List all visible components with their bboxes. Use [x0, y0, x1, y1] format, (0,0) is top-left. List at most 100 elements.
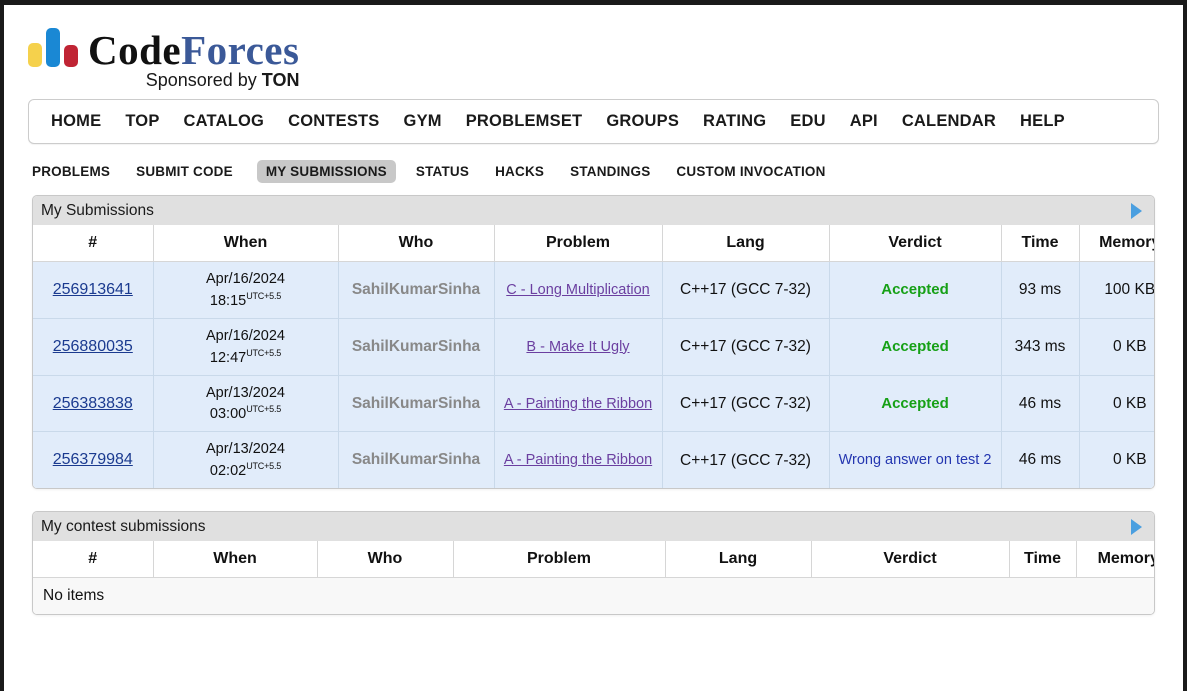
when-date: Apr/13/2024 [205, 441, 285, 458]
handle-link[interactable]: SahilKumarSinha [352, 281, 480, 298]
submission-id-link[interactable]: 256383838 [53, 395, 133, 412]
verdict-badge[interactable]: Accepted [881, 281, 949, 298]
col-header-who[interactable]: Who [338, 225, 495, 262]
col-header-problem[interactable]: Problem [494, 225, 663, 262]
col-header-time[interactable]: Time [1009, 541, 1077, 579]
nav-item-edu[interactable]: EDU [790, 112, 825, 131]
col-header-number[interactable]: # [33, 225, 154, 262]
logo-bars-icon [28, 27, 78, 67]
cell-verdict: Accepted [829, 375, 1002, 433]
handle-link[interactable]: SahilKumarSinha [352, 395, 480, 412]
tab-hacks[interactable]: HACKS [493, 161, 546, 182]
cell-memory: 0 KB [1079, 375, 1154, 433]
cell-when: Apr/16/2024 18:15UTC+5.5 [153, 261, 339, 319]
my-submissions-caption-bar: My Submissions [33, 196, 1154, 225]
nav-item-gym[interactable]: GYM [404, 112, 442, 131]
when-timezone: UTC+5.5 [246, 404, 282, 415]
main-navigation: HOME TOP CATALOG CONTESTS GYM PROBLEMSET… [28, 99, 1159, 144]
col-header-verdict[interactable]: Verdict [811, 541, 1010, 579]
submission-when: Apr/13/2024 03:00UTC+5.5 [206, 385, 285, 423]
cell-problem: C - Long Multiplication [494, 261, 663, 319]
sponsor-prefix: Sponsored by [145, 70, 262, 90]
cell-when: Apr/13/2024 03:00UTC+5.5 [153, 375, 339, 433]
cell-verdict: Accepted [829, 318, 1002, 376]
nav-item-top[interactable]: TOP [125, 112, 159, 131]
handle-link[interactable]: SahilKumarSinha [352, 338, 480, 355]
cell-problem: B - Make It Ugly [494, 318, 663, 376]
tab-my-submissions[interactable]: MY SUBMISSIONS [256, 160, 396, 183]
cell-problem: A - Painting the Ribbon [494, 431, 663, 489]
nav-item-catalog[interactable]: CATALOG [184, 112, 265, 131]
nav-item-help[interactable]: HELP [1020, 112, 1065, 131]
submission-id-link[interactable]: 256379984 [53, 451, 133, 468]
page-body: CodeForces Sponsored by TON HOME TOP CAT… [4, 5, 1183, 691]
language-label: C++17 (GCC 7-32) [680, 451, 811, 469]
cell-submission-id: 256913641 [33, 261, 154, 319]
when-date: Apr/16/2024 [205, 327, 285, 344]
col-header-when[interactable]: When [153, 225, 339, 262]
col-header-who[interactable]: Who [317, 541, 454, 579]
nav-item-problemset[interactable]: PROBLEMSET [466, 112, 583, 131]
col-header-lang[interactable]: Lang [662, 225, 830, 262]
nav-item-api[interactable]: API [850, 112, 878, 131]
submission-id-link[interactable]: 256913641 [53, 281, 133, 298]
when-time: 12:47 [209, 349, 247, 366]
table-row: 256379984 Apr/13/2024 02:02UTC+5.5 SahilK… [33, 431, 1154, 489]
nav-item-calendar[interactable]: CALENDAR [902, 112, 996, 131]
nav-item-home[interactable]: HOME [51, 112, 101, 131]
cell-memory: 100 KB [1079, 261, 1154, 319]
cell-who: SahilKumarSinha [338, 261, 495, 319]
when-time: 03:00 [209, 406, 247, 423]
col-header-verdict[interactable]: Verdict [829, 225, 1002, 262]
cell-when: Apr/13/2024 02:02UTC+5.5 [153, 431, 339, 489]
col-header-lang[interactable]: Lang [665, 541, 812, 579]
tab-standings[interactable]: STANDINGS [568, 161, 652, 182]
col-header-when[interactable]: When [153, 541, 318, 579]
logo-bar-blue [46, 28, 60, 67]
logo-bar-red [64, 45, 78, 67]
problem-link[interactable]: C - Long Multiplication [506, 282, 649, 298]
problem-link[interactable]: A - Painting the Ribbon [504, 452, 652, 468]
col-header-time[interactable]: Time [1001, 225, 1080, 262]
col-header-problem[interactable]: Problem [453, 541, 666, 579]
nav-item-groups[interactable]: GROUPS [606, 112, 679, 131]
table-row: 256880035 Apr/16/2024 12:47UTC+5.5 SahilK… [33, 318, 1154, 376]
nav-item-rating[interactable]: RATING [703, 112, 766, 131]
contest-submissions-caption-bar: My contest submissions [33, 512, 1154, 542]
submission-id-link[interactable]: 256880035 [53, 338, 133, 355]
tab-submit-code[interactable]: SUBMIT CODE [134, 161, 235, 182]
col-header-memory[interactable]: Memory [1076, 541, 1154, 579]
tab-status[interactable]: STATUS [414, 161, 471, 182]
verdict-badge[interactable]: Accepted [881, 338, 949, 355]
nav-item-contests[interactable]: CONTESTS [288, 112, 379, 131]
cell-who: SahilKumarSinha [338, 375, 495, 433]
my-submissions-table: # When Who Problem Lang Verdict Time Mem… [33, 225, 1154, 489]
table-header-row: # When Who Problem Lang Verdict Time Mem… [33, 541, 1154, 579]
col-header-memory[interactable]: Memory [1079, 225, 1154, 262]
when-date: Apr/13/2024 [205, 384, 285, 401]
page-right-border [1183, 0, 1187, 691]
play-triangle-icon[interactable] [1131, 202, 1142, 219]
language-label: C++17 (GCC 7-32) [680, 281, 811, 299]
cell-submission-id: 256379984 [33, 431, 154, 489]
sponsor-line: Sponsored by TON [146, 70, 300, 91]
cell-memory: 0 KB [1079, 318, 1154, 376]
sponsor-name: TON [261, 70, 300, 90]
play-triangle-icon[interactable] [1131, 518, 1142, 535]
my-submissions-block: My Submissions # When Who Problem Lang V… [32, 195, 1155, 490]
contest-submissions-block: My contest submissions # When Who Proble… [32, 511, 1155, 616]
col-header-number[interactable]: # [33, 541, 154, 579]
problem-link[interactable]: B - Make It Ugly [526, 339, 629, 355]
table-row: 256913641 Apr/16/2024 18:15UTC+5.5 SahilK… [33, 261, 1154, 319]
problem-link[interactable]: A - Painting the Ribbon [504, 396, 652, 412]
when-time: 02:02 [209, 463, 247, 480]
logo-word-forces: Forces [181, 27, 300, 73]
handle-link[interactable]: SahilKumarSinha [352, 451, 480, 468]
verdict-badge[interactable]: Accepted [881, 395, 949, 412]
verdict-badge[interactable]: Wrong answer on test 2 [839, 452, 992, 468]
cell-memory: 0 KB [1079, 431, 1154, 489]
tab-problems[interactable]: PROBLEMS [30, 161, 112, 182]
cell-who: SahilKumarSinha [338, 431, 495, 489]
logo[interactable]: CodeForces Sponsored by TON [28, 27, 1183, 90]
tab-custom-invocation[interactable]: CUSTOM INVOCATION [674, 161, 827, 182]
